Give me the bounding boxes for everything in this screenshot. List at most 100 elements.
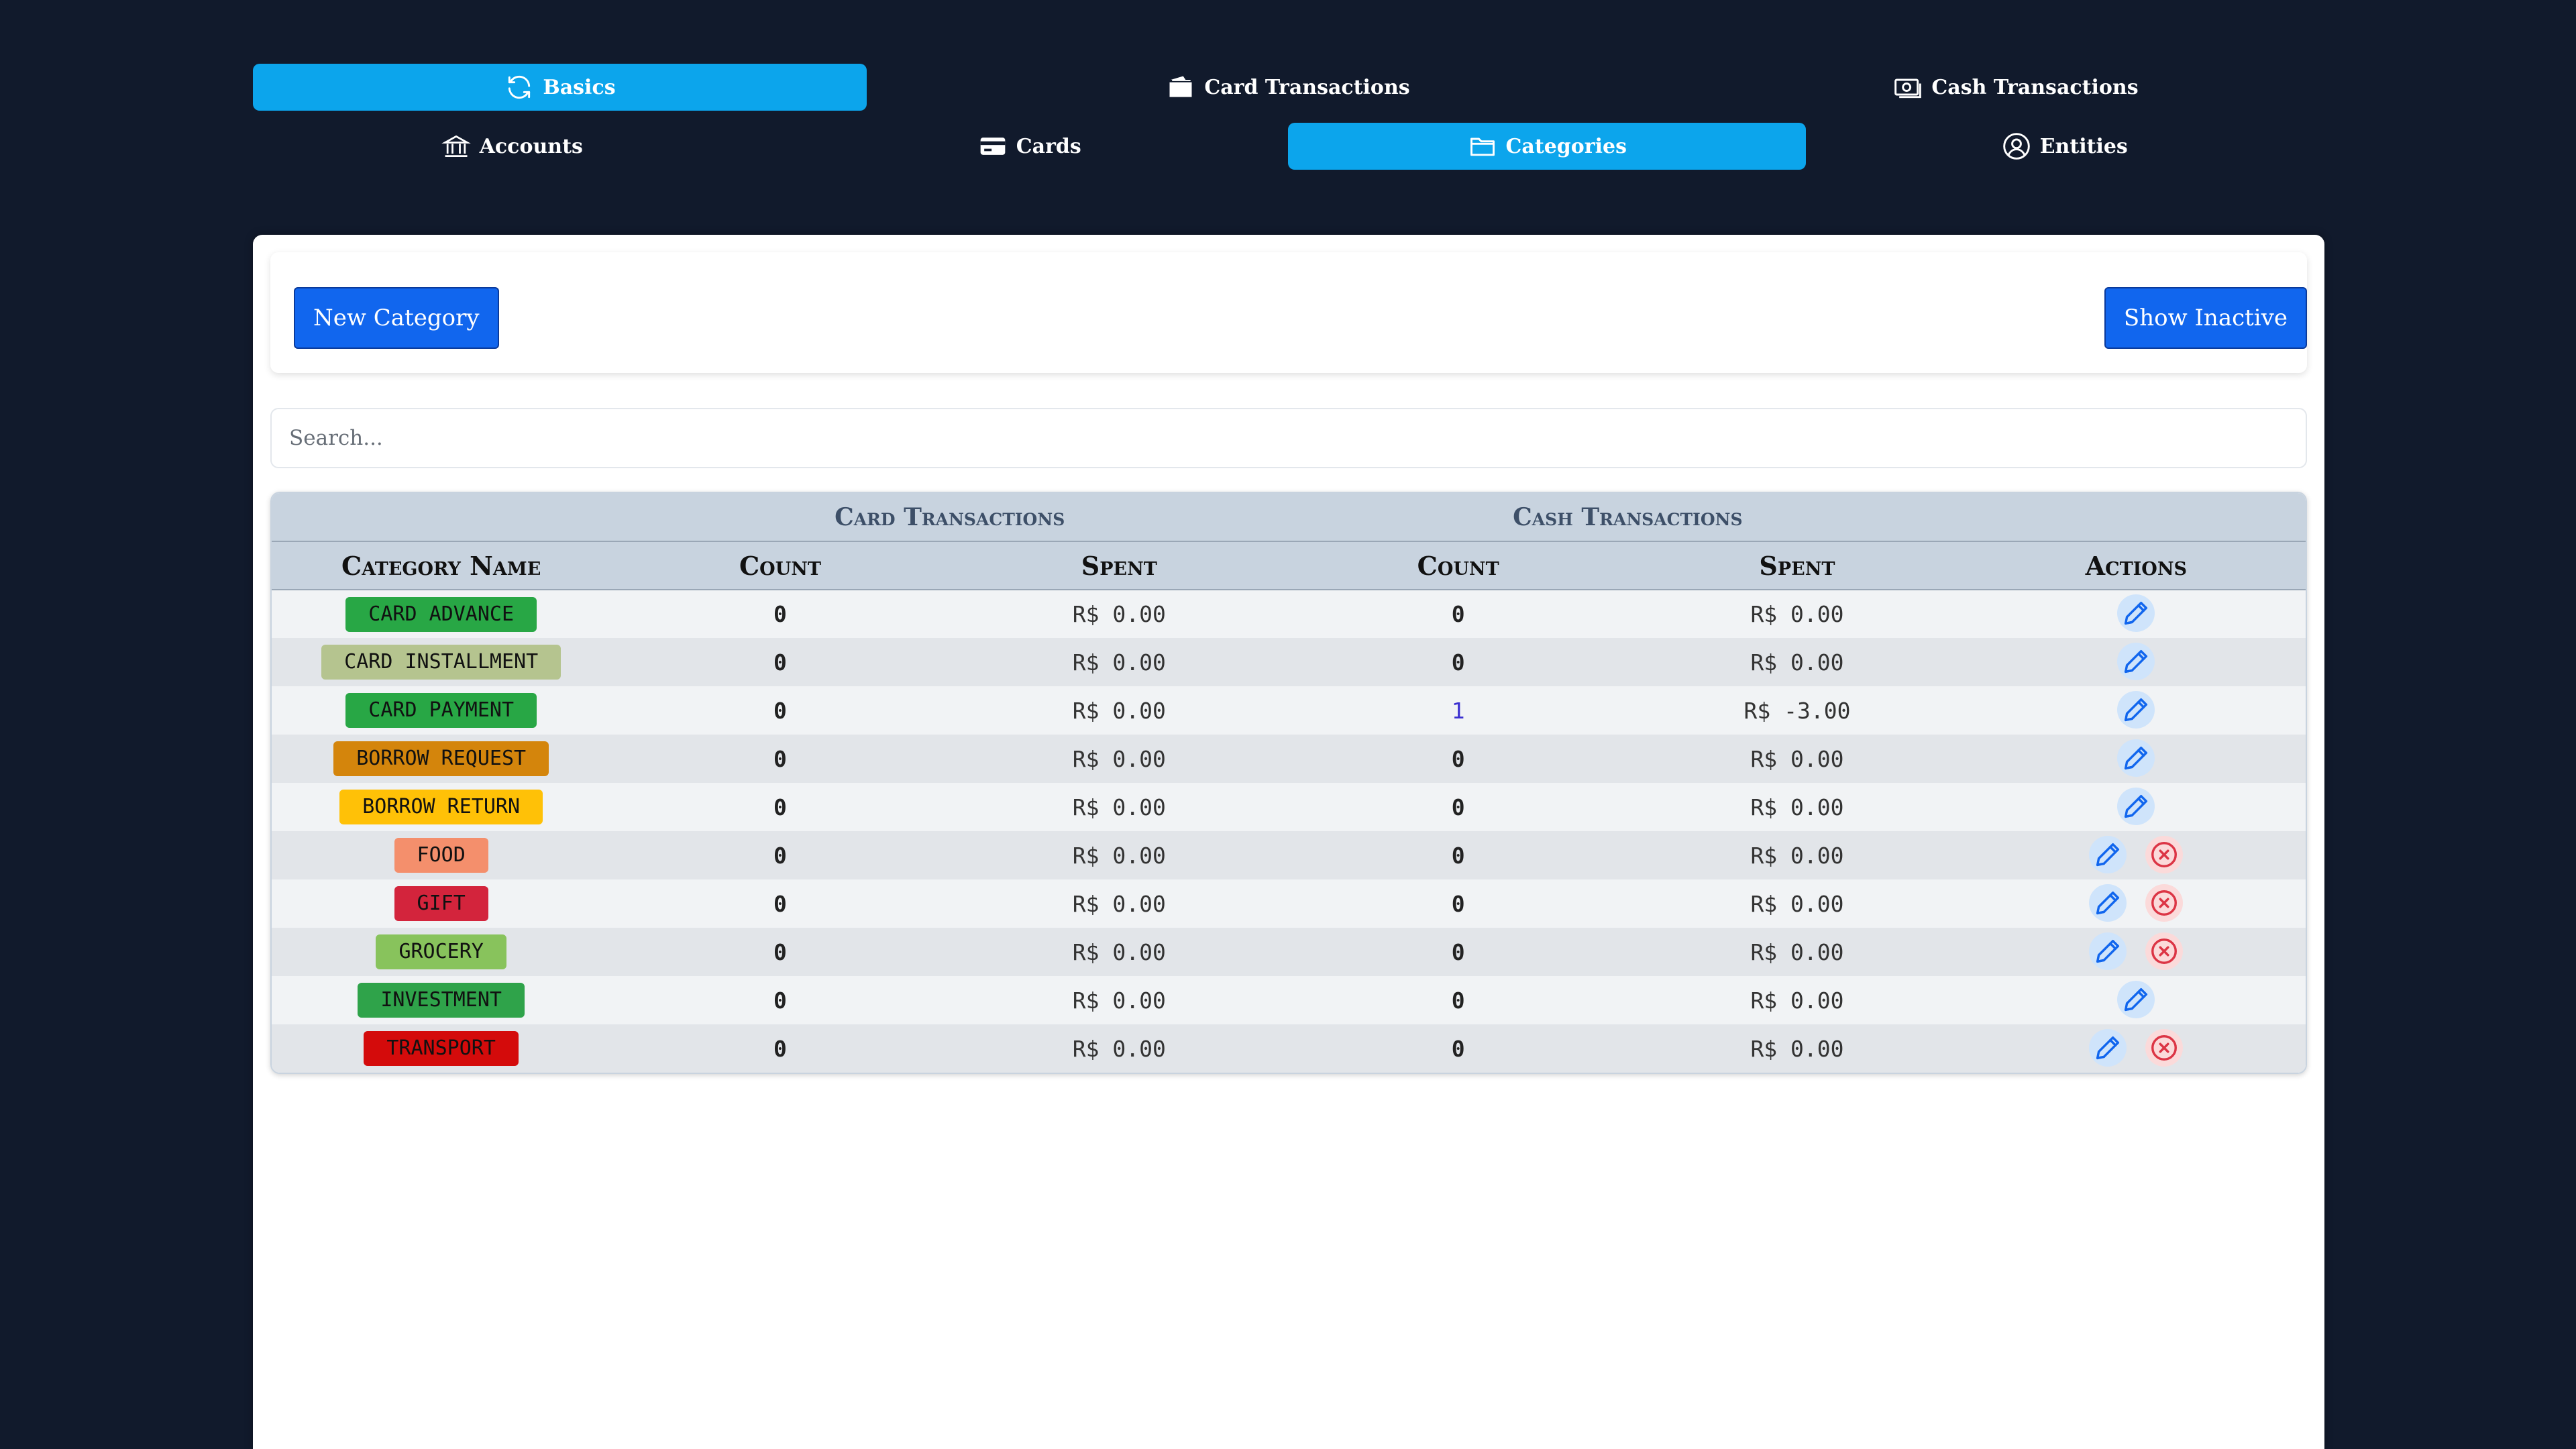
cash-spent-cell: R$ 0.00 [1627,928,1967,976]
table-row: TRANSPORT 0 R$ 0.00 0 R$ 0.00 [272,1024,2306,1073]
main-panel: New Category Show Inactive Card Transact… [253,235,2324,1449]
column-header-actions: Actions [1966,541,2306,590]
show-inactive-button[interactable]: Show Inactive [2104,287,2307,349]
edit-icon[interactable] [2117,690,2155,729]
tab-card-transactions-label: Card Transactions [1204,75,1410,99]
cash-count-cell: 0 [1288,879,1628,928]
actions-cell [1966,735,2306,783]
cash-spent-cell: R$ 0.00 [1627,831,1967,879]
table-row: CARD INSTALLMENT 0 R$ 0.00 0 R$ 0.00 [272,638,2306,686]
card-spent-cell: R$ 0.00 [949,928,1289,976]
edit-icon[interactable] [2117,739,2155,777]
category-badge: GROCERY [376,934,506,969]
column-header-cash-count[interactable]: Count [1288,541,1628,590]
toolbar: New Category Show Inactive [270,252,2307,373]
table-row: CARD ADVANCE 0 R$ 0.00 0 R$ 0.00 [272,590,2306,638]
category-name-cell: CARD INSTALLMENT [272,638,611,686]
tab-cards-label: Cards [1016,134,1081,158]
edit-icon[interactable] [2117,980,2155,1018]
cash-spent-cell: R$ 0.00 [1627,879,1967,928]
category-name-cell: FOOD [272,831,611,879]
cash-count-cell: 0 [1288,783,1628,831]
tab-categories[interactable]: Categories [1288,123,1806,170]
table-body: CARD ADVANCE 0 R$ 0.00 0 R$ 0.00 CARD INSTALL… [272,590,2306,1073]
edit-icon[interactable] [2089,1028,2127,1067]
bank-icon [441,131,472,162]
cash-count-cell: 0 [1288,831,1628,879]
card-count-cell: 0 [610,976,950,1024]
edit-icon[interactable] [2117,787,2155,825]
card-spent-cell: R$ 0.00 [949,783,1289,831]
cash-spent-cell: R$ 0.00 [1627,638,1967,686]
table-row: BORROW REQUEST 0 R$ 0.00 0 R$ 0.00 [272,735,2306,783]
tab-basics[interactable]: Basics [253,64,867,111]
cash-count-cell: 0 [1288,1024,1628,1073]
cash-count-cell: 0 [1288,928,1628,976]
category-badge: CARD ADVANCE [345,596,537,632]
column-header-cash-spent[interactable]: Spent [1627,541,1967,590]
actions-cell [1966,1024,2306,1073]
cash-spent-cell: R$ 0.00 [1627,976,1967,1024]
category-name-cell: GROCERY [272,928,611,976]
edit-icon[interactable] [2089,883,2127,922]
tab-entities-label: Entities [2039,134,2128,158]
nav-row-sub: Accounts Cards Categories Entities [253,123,2323,170]
group-header-row: Card Transactions Cash Transactions [272,493,2306,542]
delete-icon[interactable] [2145,835,2184,873]
category-name-cell: GIFT [272,879,611,928]
card-spent-cell: R$ 0.00 [949,590,1289,638]
card-count-cell: 0 [610,1024,950,1073]
cash-spent-cell: R$ 0.00 [1627,590,1967,638]
table-row: INVESTMENT 0 R$ 0.00 0 R$ 0.00 [272,976,2306,1024]
category-badge: CARD PAYMENT [345,693,537,728]
category-badge: TRANSPORT [364,1031,519,1066]
edit-icon[interactable] [2117,642,2155,680]
card-count-cell: 0 [610,590,950,638]
column-header-name[interactable]: Category Name [272,541,611,590]
folder-icon [1467,131,1498,162]
card-count-cell: 0 [610,735,950,783]
category-badge: BORROW RETURN [339,790,543,824]
group-header-cash: Cash Transactions [1288,493,1967,542]
group-header-card: Card Transactions [610,493,1289,542]
cash-spent-cell: R$ 0.00 [1627,1024,1967,1073]
actions-cell [1966,638,2306,686]
new-category-button[interactable]: New Category [294,287,499,349]
category-name-cell: INVESTMENT [272,976,611,1024]
category-badge: FOOD [394,838,488,873]
cash-count-cell: 0 [1288,735,1628,783]
column-header-card-count[interactable]: Count [610,541,950,590]
category-badge: BORROW REQUEST [333,741,549,776]
delete-icon[interactable] [2145,1028,2184,1067]
card-count-cell: 0 [610,783,950,831]
tab-entities[interactable]: Entities [1806,123,2324,170]
table-row: GIFT 0 R$ 0.00 0 R$ 0.00 [272,879,2306,928]
cash-count-cell: 0 [1288,590,1628,638]
tab-accounts-label: Accounts [479,134,583,158]
tab-cards[interactable]: Cards [771,123,1289,170]
actions-cell [1966,976,2306,1024]
cash-spent-cell: R$ 0.00 [1627,735,1967,783]
card-spent-cell: R$ 0.00 [949,686,1289,735]
table-row: GROCERY 0 R$ 0.00 0 R$ 0.00 [272,928,2306,976]
edit-icon[interactable] [2089,932,2127,970]
edit-icon[interactable] [2117,594,2155,632]
delete-icon[interactable] [2145,883,2184,922]
tab-card-transactions[interactable]: Card Transactions [981,64,1595,111]
category-name-cell: BORROW RETURN [272,783,611,831]
actions-cell [1966,928,2306,976]
category-badge: INVESTMENT [358,983,525,1018]
tab-accounts[interactable]: Accounts [253,123,771,170]
nav-row-main: Basics Card Transactions Cash Transactio… [253,64,2323,111]
actions-cell [1966,783,2306,831]
column-header-card-spent[interactable]: Spent [949,541,1289,590]
card-count-cell: 0 [610,686,950,735]
tab-cash-transactions[interactable]: Cash Transactions [1709,64,2322,111]
tab-basics-label: Basics [543,75,616,99]
edit-icon[interactable] [2089,835,2127,873]
cash-count-cell[interactable]: 1 [1288,686,1628,735]
search-input[interactable] [270,408,2307,468]
delete-icon[interactable] [2145,932,2184,970]
card-count-cell: 0 [610,928,950,976]
tab-categories-label: Categories [1505,134,1627,158]
